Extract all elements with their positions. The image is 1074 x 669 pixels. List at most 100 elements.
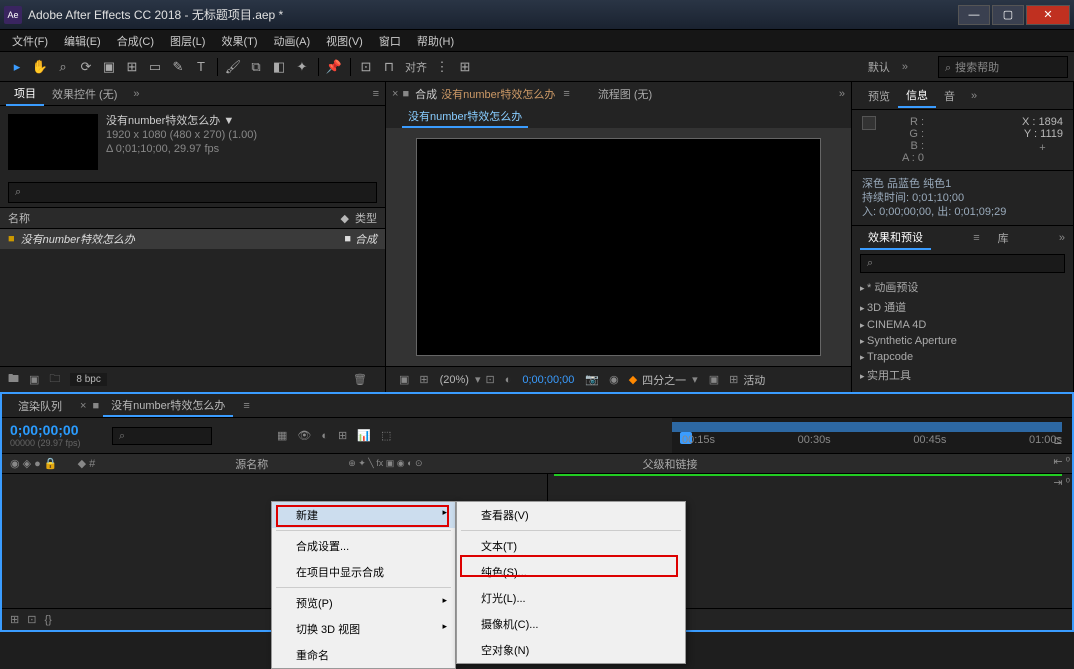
- effects-search-input[interactable]: ⌕: [860, 254, 1065, 273]
- menu-item[interactable]: 在项目中显示合成: [272, 559, 455, 585]
- timeline-timecode[interactable]: 0;00;00;00: [10, 422, 104, 438]
- toggle-in-out-icon[interactable]: {}: [44, 614, 51, 626]
- effect-category[interactable]: 3D 通道: [860, 297, 1065, 317]
- menu-视图(V)[interactable]: 视图(V): [318, 31, 371, 51]
- pan-behind-tool[interactable]: ⊞: [121, 56, 143, 78]
- minimize-button[interactable]: —: [958, 5, 990, 25]
- graph-icon[interactable]: 📊: [357, 429, 371, 442]
- mask-icon[interactable]: ◐: [505, 374, 512, 386]
- menu-item[interactable]: 灯光(L)...: [457, 585, 685, 611]
- chevron-down-icon[interactable]: »: [902, 61, 908, 73]
- menu-item[interactable]: 重命名: [272, 642, 455, 668]
- menu-动画(A)[interactable]: 动画(A): [266, 31, 319, 51]
- trash-icon[interactable]: 🗑: [353, 373, 367, 386]
- show-snapshot-icon[interactable]: ◉: [609, 373, 619, 386]
- active-camera[interactable]: 活动: [743, 372, 765, 388]
- menu-item[interactable]: 新建: [272, 502, 455, 528]
- channels-icon[interactable]: ◆: [629, 373, 637, 386]
- tab-library[interactable]: 库: [990, 227, 1017, 249]
- grid-icon[interactable]: ⊞: [419, 373, 428, 386]
- tab-effect-controls[interactable]: 效果控件 (无): [44, 83, 125, 105]
- out-point-icon[interactable]: ⇥ ⁰: [1053, 476, 1070, 489]
- comp-viewer[interactable]: [416, 138, 821, 356]
- snap-icon[interactable]: ⊓: [378, 56, 400, 78]
- comp-mini-icon[interactable]: ▦: [277, 429, 287, 442]
- time-ruler[interactable]: 00:15s00:30s00:45s01:00s: [672, 418, 1072, 453]
- frame-blend-icon[interactable]: ⊞: [338, 429, 347, 442]
- tab-preview[interactable]: 预览: [860, 85, 898, 107]
- menu-item[interactable]: 摄像机(C)...: [457, 611, 685, 637]
- comp-tab-name[interactable]: 没有number特效怎么办: [441, 86, 555, 102]
- panel-overflow-icon[interactable]: »: [839, 88, 845, 100]
- menu-item[interactable]: 预览(P): [272, 590, 455, 616]
- in-point-icon[interactable]: ⇤ ⁰: [1053, 455, 1070, 468]
- menu-窗口[interactable]: 窗口: [371, 31, 409, 51]
- snapshot-icon[interactable]: 📷: [585, 373, 599, 386]
- toggle-switches-icon[interactable]: ⊞: [10, 613, 19, 626]
- panel-overflow-icon[interactable]: »: [971, 90, 977, 102]
- shy-icon[interactable]: 👁: [297, 429, 311, 442]
- eraser-tool[interactable]: ◧: [268, 56, 290, 78]
- column-type[interactable]: 类型: [355, 210, 377, 226]
- tab-timeline-comp[interactable]: 没有number特效怎么办: [103, 395, 233, 417]
- panel-more-icon[interactable]: »: [133, 88, 139, 100]
- bpc-button[interactable]: 8 bpc: [70, 373, 106, 386]
- clone-tool[interactable]: ⧉: [245, 56, 267, 78]
- tab-render-queue[interactable]: 渲染队列: [10, 396, 70, 416]
- panel-overflow-icon[interactable]: »: [1059, 232, 1065, 244]
- motion-blur-icon[interactable]: ◐: [321, 430, 328, 442]
- menu-item[interactable]: 切换 3D 视图: [272, 616, 455, 642]
- res-icon[interactable]: ⊡: [486, 373, 495, 386]
- zoom-tool[interactable]: ⌕: [52, 56, 74, 78]
- effect-category[interactable]: CINEMA 4D: [860, 317, 1065, 333]
- rect-tool[interactable]: ▭: [144, 56, 166, 78]
- selection-tool[interactable]: ▸: [6, 56, 28, 78]
- draft3d-icon[interactable]: ⬚: [381, 429, 391, 442]
- comp-breadcrumb[interactable]: 没有number特效怎么办: [402, 106, 528, 128]
- bracket-icon[interactable]: ⊏: [1053, 434, 1070, 447]
- column-source-name[interactable]: 源名称: [235, 456, 268, 472]
- effect-category[interactable]: Synthetic Aperture: [860, 333, 1065, 349]
- column-parent[interactable]: 父级和链接: [643, 456, 698, 472]
- search-help-input[interactable]: 搜索帮助: [938, 56, 1068, 78]
- transparency-icon[interactable]: ⊞: [729, 373, 738, 386]
- menu-编辑(E)[interactable]: 编辑(E): [56, 31, 109, 51]
- timeline-search-input[interactable]: [112, 427, 212, 445]
- tab-effects-presets[interactable]: 效果和预设: [860, 226, 931, 250]
- camera-tool[interactable]: ▣: [98, 56, 120, 78]
- effect-category[interactable]: * 动画预设: [860, 277, 1065, 297]
- effect-category[interactable]: 实用工具: [860, 365, 1065, 385]
- menu-item[interactable]: 查看器(V): [457, 502, 685, 528]
- menu-图层(L)[interactable]: 图层(L): [162, 31, 213, 51]
- column-name[interactable]: 名称: [8, 210, 341, 226]
- menu-item[interactable]: 纯色(S)...: [457, 559, 685, 585]
- interpret-icon[interactable]: 🖿: [8, 370, 19, 389]
- menu-文件(F)[interactable]: 文件(F): [4, 31, 56, 51]
- effect-category[interactable]: Trapcode: [860, 349, 1065, 365]
- comp-name[interactable]: 没有number特效怎么办 ▼: [106, 114, 257, 128]
- new-folder-icon[interactable]: 🗀: [49, 370, 60, 389]
- roi-icon[interactable]: ▣: [709, 373, 719, 386]
- puppet-tool[interactable]: 📌: [323, 56, 345, 78]
- zoom-dropdown[interactable]: (20%): [440, 374, 469, 386]
- panel-menu-icon[interactable]: ≡: [373, 88, 379, 100]
- hand-tool[interactable]: ✋: [29, 56, 51, 78]
- orbit-tool[interactable]: ⟳: [75, 56, 97, 78]
- menu-合成(C)[interactable]: 合成(C): [109, 31, 162, 51]
- resolution-dropdown[interactable]: 四分之一: [642, 372, 686, 388]
- snap-edge-icon[interactable]: ⊞: [454, 56, 476, 78]
- pen-tool[interactable]: ✎: [167, 56, 189, 78]
- tab-audio[interactable]: 音: [936, 85, 963, 107]
- menu-item[interactable]: 合成设置...: [272, 533, 455, 559]
- menu-帮助(H)[interactable]: 帮助(H): [409, 31, 462, 51]
- text-tool[interactable]: T: [190, 56, 212, 78]
- project-search-input[interactable]: ⌕: [8, 182, 377, 203]
- tab-info[interactable]: 信息: [898, 84, 936, 108]
- snap-opt-icon[interactable]: ⋮: [431, 56, 453, 78]
- menu-item[interactable]: 文本(T): [457, 533, 685, 559]
- tab-flowchart[interactable]: 流程图 (无): [590, 83, 660, 105]
- new-comp-icon[interactable]: ▣: [29, 373, 39, 386]
- menu-效果(T)[interactable]: 效果(T): [213, 31, 265, 51]
- toggle-modes-icon[interactable]: ⊡: [27, 613, 36, 626]
- local-axis-tool[interactable]: ⊡: [355, 56, 377, 78]
